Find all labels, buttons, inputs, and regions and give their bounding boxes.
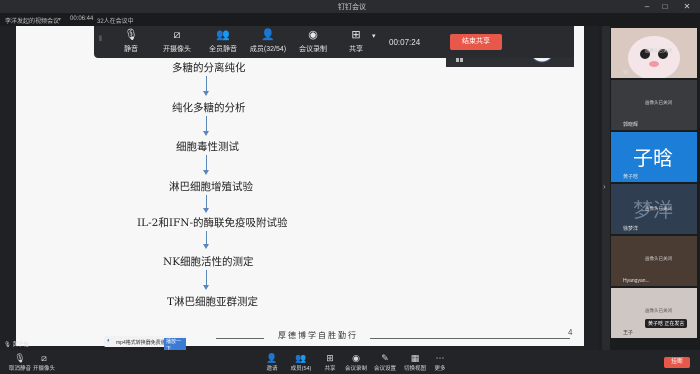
flow-arrow <box>203 231 209 249</box>
window-titlebar: 钉钉会议 – □ ✕ <box>0 0 700 13</box>
flow-arrow <box>203 116 209 136</box>
window-title: 钉钉会议 <box>338 4 366 11</box>
camera-off-icon: ⧄ <box>173 29 181 41</box>
notification-text: mp4格式转换器免费版 <box>116 340 166 346</box>
share-label: 共享 <box>324 366 336 372</box>
school-motto: 厚德博学自胜勤行 <box>278 331 358 340</box>
flow-step-1: 多糖的分离纯化 <box>172 62 246 74</box>
participant-tile[interactable]: 梦洋 画像头已关闭 徐梦洋 <box>611 184 697 234</box>
elapsed-time: 00:06:44 <box>70 16 94 22</box>
flow-step-5: IL-2和IFN-的酶联免疫吸附试验 <box>137 217 288 229</box>
flow-arrow <box>203 76 209 96</box>
flow-arrow <box>203 270 209 290</box>
mute-all-button[interactable]: 👥 全员静音 <box>206 28 240 54</box>
users-mute-icon: 👥 <box>216 29 230 41</box>
members-label: 成员(54) <box>290 366 312 372</box>
participant-tile[interactable]: 画像头已关闭 郭晓辉 <box>611 80 697 130</box>
camera-off-text: 画像头已关闭 <box>645 206 672 211</box>
speaking-indicator: 黄子晗 正在发言 <box>645 319 688 328</box>
share-timer: 00:07:24 <box>389 38 421 47</box>
invite-label: 邀请 <box>266 366 278 372</box>
camera-off-text: 画像头已关闭 <box>645 48 672 53</box>
leave-meeting-button[interactable]: 挂断 <box>664 357 690 368</box>
browser-icon: ◐ <box>107 338 111 344</box>
flow-arrow <box>203 155 209 175</box>
bottom-toolbar: 🎙 取消静音 ⧄ 开摄像头 👤 邀请 👥 成员(54) ⊞ 共享 ◉ 会议录制 … <box>0 350 700 374</box>
close-button[interactable]: ✕ <box>680 1 694 12</box>
bottom-camera-button[interactable]: ⧄ 开摄像头 <box>24 353 64 372</box>
participant-name: Hyangyan... <box>623 278 650 284</box>
flow-step-7: T淋巴细胞亚群测定 <box>167 296 259 308</box>
more-label: 更多 <box>434 366 446 372</box>
mute-all-label: 全员静音 <box>209 46 237 53</box>
participant-name: 黄子晗 <box>623 174 639 180</box>
self-name: 黄子怡 <box>12 342 30 348</box>
share-screen-icon: ⊞ <box>351 29 361 41</box>
members-label: 成员(32/54) <box>249 46 287 53</box>
flow-step-6: NK细胞活性的测定 <box>163 256 254 268</box>
participant-name: 郭晓辉 <box>623 122 639 128</box>
share-button[interactable]: ⊞ 共享 <box>344 28 368 54</box>
download-notification[interactable]: ◐ mp4格式转换器免费版 播放一下 <box>104 336 186 352</box>
drag-handle-icon[interactable]: ‖ <box>99 36 102 43</box>
more-button[interactable]: ⋯ 更多 <box>420 353 460 372</box>
flow-arrow <box>203 195 209 213</box>
camera-off-text: 画像头已关闭 <box>645 100 672 105</box>
members-button[interactable]: 👤 成员(32/54) <box>246 28 290 54</box>
record-label: 会议录制 <box>299 46 327 53</box>
camera-button[interactable]: ⧄ 开摄像头 <box>160 28 194 54</box>
microphone-icon: 🎙 <box>4 342 11 348</box>
camera-off-icon: ⧄ <box>41 353 47 363</box>
footer-divider <box>216 338 264 339</box>
participant-name: 徐梦洋 <box>623 226 639 232</box>
camera-off-text: 画像头已关闭 <box>645 308 672 313</box>
members-icon: 👤 <box>261 29 275 41</box>
avatar-initials: 子晗 <box>633 148 673 170</box>
camera-label: 开摄像头 <box>163 46 191 53</box>
self-speaker-label: 🎙 黄子怡 <box>4 340 29 348</box>
flow-step-4: 淋巴细胞增殖试验 <box>169 181 253 193</box>
record-label: 会议录制 <box>344 366 367 372</box>
microphone-icon: 🎙 <box>124 29 138 41</box>
record-icon: ◉ <box>308 29 318 41</box>
attendee-count: 32人在会议中 <box>97 19 134 25</box>
share-dropdown-icon[interactable]: ▾ <box>372 32 376 40</box>
end-share-button[interactable]: 结束共享 <box>450 34 502 50</box>
participant-tile-speaking[interactable]: 子晗 黄子晗 <box>611 132 697 182</box>
participant-tile[interactable]: 画像头已关闭 王子 黄子晗 正在发言 <box>611 288 697 338</box>
participant-tile[interactable]: 画像头已关闭 Hyangyan... <box>611 236 697 286</box>
flowchart: 多糖的分离纯化 纯化多糖的分析 细胞毒性测试 淋巴细胞增殖试验 IL-2和IFN… <box>16 26 416 346</box>
participant-name: 锦 <box>623 70 629 76</box>
share-label: 共享 <box>349 46 363 53</box>
flow-step-2: 纯化多糖的分析 <box>172 102 246 114</box>
meeting-toolbar: ‖ 🎙 静音 ⧄ 开摄像头 👥 全员静音 👤 成员(32/54) ◉ 会议录制 … <box>94 26 574 58</box>
record-button[interactable]: ◉ 会议录制 <box>296 28 330 54</box>
meeting-name: 李洋发起的视频会议 <box>5 19 60 25</box>
meeting-info-bar: 李洋发起的视频会议 ▾ 00:06:44 32人在会议中 <box>0 13 700 26</box>
footer-divider <box>370 338 570 339</box>
sidebar-toggle[interactable]: › <box>602 26 610 350</box>
settings-label: 会议设置 <box>373 366 396 372</box>
minimize-button[interactable]: – <box>640 1 654 12</box>
participant-name: 王子 <box>623 330 634 336</box>
flow-step-3: 细胞毒性测试 <box>176 141 239 153</box>
page-number: 4 <box>568 328 573 337</box>
participant-sidebar: 画像头已关闭 锦 画像头已关闭 郭晓辉 子晗 黄子晗 梦洋 画像头已关闭 徐梦洋… <box>610 26 700 350</box>
maximize-button[interactable]: □ <box>658 1 672 12</box>
shared-slide: 多糖的分离纯化 纯化多糖的分析 细胞毒性测试 淋巴细胞增殖试验 IL-2和IFN… <box>16 26 584 346</box>
more-icon: ⋯ <box>435 353 445 363</box>
chevron-right-icon: › <box>603 182 606 191</box>
mute-button[interactable]: 🎙 静音 <box>116 28 146 54</box>
participant-tile[interactable]: 画像头已关闭 锦 <box>611 28 697 78</box>
chevron-down-icon[interactable]: ▾ <box>58 16 61 23</box>
mute-label: 静音 <box>124 46 138 53</box>
camera-off-text: 画像头已关闭 <box>645 256 672 261</box>
camera-label: 开摄像头 <box>32 366 55 372</box>
